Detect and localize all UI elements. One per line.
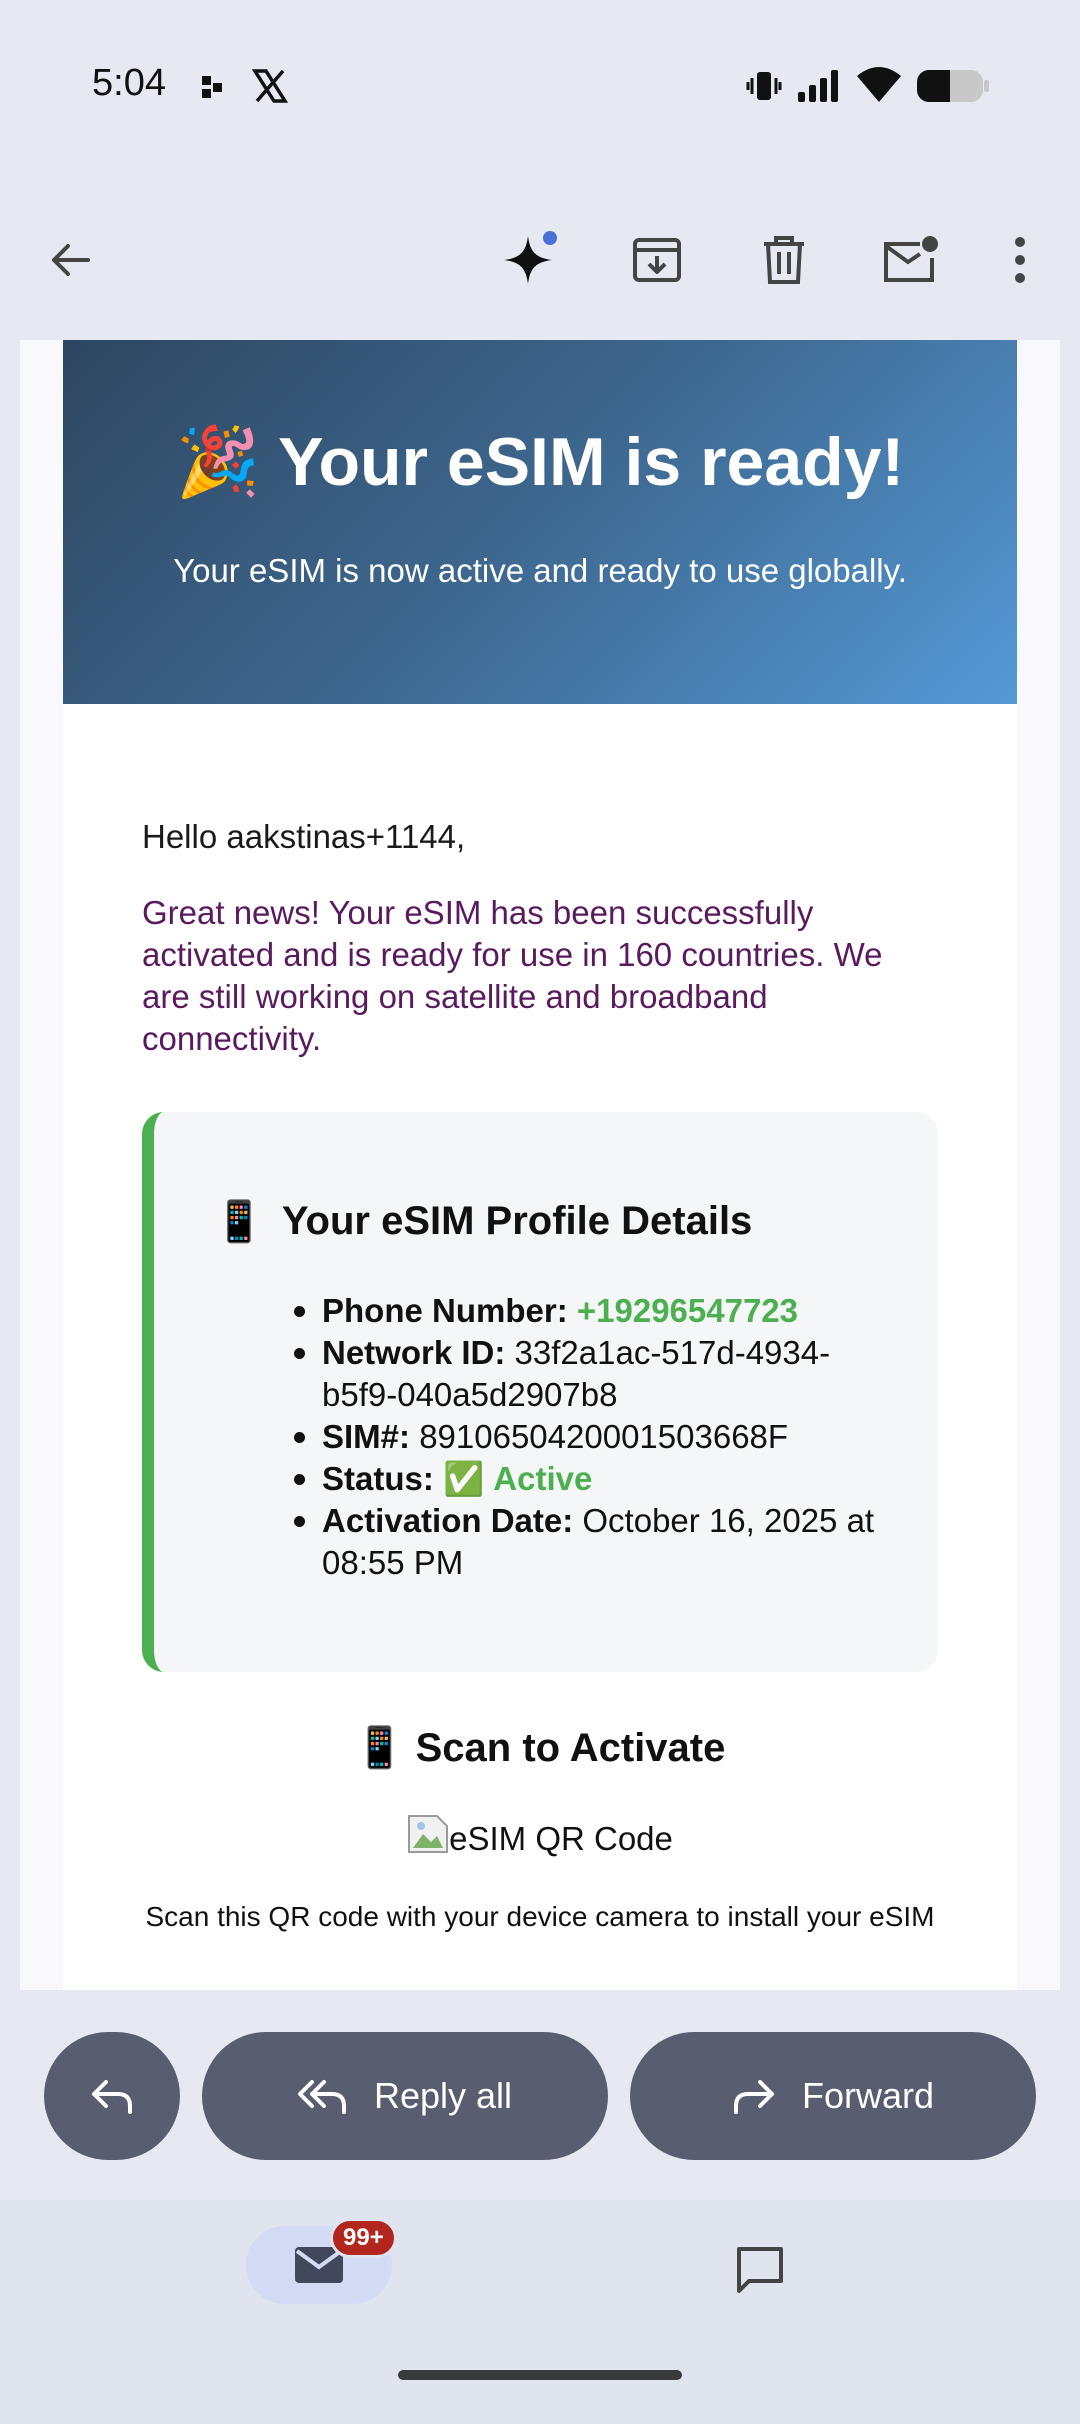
- email-message: 🎉 Your eSIM is ready! Your eSIM is now a…: [63, 340, 1017, 1990]
- nav-chat-tab[interactable]: [720, 2230, 800, 2310]
- back-arrow-icon: [52, 244, 90, 276]
- reply-all-button[interactable]: Reply all: [202, 2032, 608, 2160]
- sim-label: SIM#:: [322, 1418, 411, 1455]
- unread-count-badge: 99+: [330, 2218, 397, 2258]
- header-banner: 🎉 Your eSIM is ready! Your eSIM is now a…: [63, 340, 1017, 704]
- reply-all-icon: [297, 2080, 346, 2114]
- reply-all-label: Reply all: [373, 2075, 513, 2116]
- scan-title-text: Scan to Activate: [415, 1726, 726, 1770]
- chat-icon: [737, 2247, 783, 2293]
- profile-details-list: Phone Number: +19296547723 Network ID: 3…: [294, 1290, 902, 1584]
- delete-icon: [764, 236, 804, 284]
- qr-code-image: eSIM QR Code: [63, 1814, 1017, 1862]
- forward-button[interactable]: Forward: [630, 2032, 1036, 2160]
- activation-label: Activation Date:: [322, 1502, 574, 1539]
- reply-button[interactable]: [44, 2032, 180, 2160]
- archive-button[interactable]: [617, 220, 697, 300]
- banner-subtitle: Your eSIM is now active and ready to use…: [173, 552, 907, 589]
- reply-icon: [92, 2080, 132, 2114]
- broken-image-icon: [407, 1814, 449, 1862]
- scan-description: Scan this QR code with your device camer…: [145, 1901, 935, 1932]
- status-bar: 5:04: [0, 0, 1080, 180]
- scan-phone-emoji: 📱: [354, 1726, 405, 1770]
- scan-title: 📱 Scan to Activate: [63, 1724, 1017, 1771]
- sim-value: 8910650420001503668F: [419, 1418, 789, 1455]
- list-item-phone: Phone Number: +19296547723: [294, 1290, 902, 1332]
- phone-number-link[interactable]: +19296547723: [577, 1292, 798, 1329]
- list-item-sim: SIM#: 8910650420001503668F: [294, 1416, 902, 1458]
- gemini-sparkle-icon: [504, 231, 557, 284]
- forward-label: Forward: [801, 2075, 935, 2116]
- banner-title: 🎉 Your eSIM is ready!: [63, 422, 1017, 502]
- mark-unread-button[interactable]: [870, 220, 950, 300]
- party-popper-emoji: 🎉: [175, 424, 261, 500]
- list-item-status: Status: ✅ Active: [294, 1458, 902, 1500]
- more-options-button[interactable]: [980, 220, 1060, 300]
- email-toolbar: [0, 180, 1080, 340]
- esim-profile-card: 📱 Your eSIM Profile Details Phone Number…: [142, 1112, 938, 1672]
- card-title: 📱 Your eSIM Profile Details: [214, 1198, 752, 1245]
- archive-icon: [633, 238, 681, 282]
- qr-alt-text: eSIM QR Code: [449, 1820, 673, 1857]
- x-logo-icon: [251, 68, 289, 109]
- forward-icon: [733, 2080, 774, 2114]
- gemini-button[interactable]: [490, 220, 570, 300]
- email-body-scroll[interactable]: 🎉 Your eSIM is ready! Your eSIM is now a…: [20, 340, 1060, 1990]
- battery-icon: [916, 68, 990, 109]
- greeting: Hello aakstinas+1144,: [142, 818, 466, 855]
- banner-title-text: Your eSIM is ready!: [278, 424, 905, 500]
- delete-button[interactable]: [744, 220, 824, 300]
- phone-label: Phone Number:: [322, 1292, 568, 1329]
- reply-bar: Reply all Forward: [0, 1990, 1080, 2200]
- network-label: Network ID:: [322, 1334, 506, 1371]
- home-indicator[interactable]: [398, 2370, 682, 2380]
- list-item-network: Network ID: 33f2a1ac-517d-4934-b5f9-040a…: [294, 1332, 902, 1416]
- status-value: Active: [493, 1460, 593, 1497]
- card-title-text: Your eSIM Profile Details: [281, 1199, 753, 1243]
- app-notification-icon: [200, 74, 226, 105]
- list-item-activation: Activation Date: October 16, 2025 at 08:…: [294, 1500, 902, 1584]
- more-options-icon: [1015, 237, 1025, 283]
- status-label: Status:: [322, 1460, 434, 1497]
- back-button[interactable]: [30, 220, 110, 300]
- signal-icon: [796, 68, 842, 109]
- phone-emoji: 📱: [214, 1200, 264, 1244]
- check-emoji: ✅: [443, 1460, 485, 1497]
- mark-unread-icon: [884, 236, 938, 282]
- activation-message: Great news! Your eSIM has been successfu…: [142, 894, 883, 1057]
- wifi-icon: [856, 66, 902, 109]
- status-time: 5:04: [92, 62, 166, 104]
- bottom-navigation: 99+: [0, 2200, 1080, 2424]
- screen: 5:04 🎉 Your eSIM is ready! Your eSIM is …: [0, 0, 1080, 2424]
- vibrate-icon: [746, 68, 782, 109]
